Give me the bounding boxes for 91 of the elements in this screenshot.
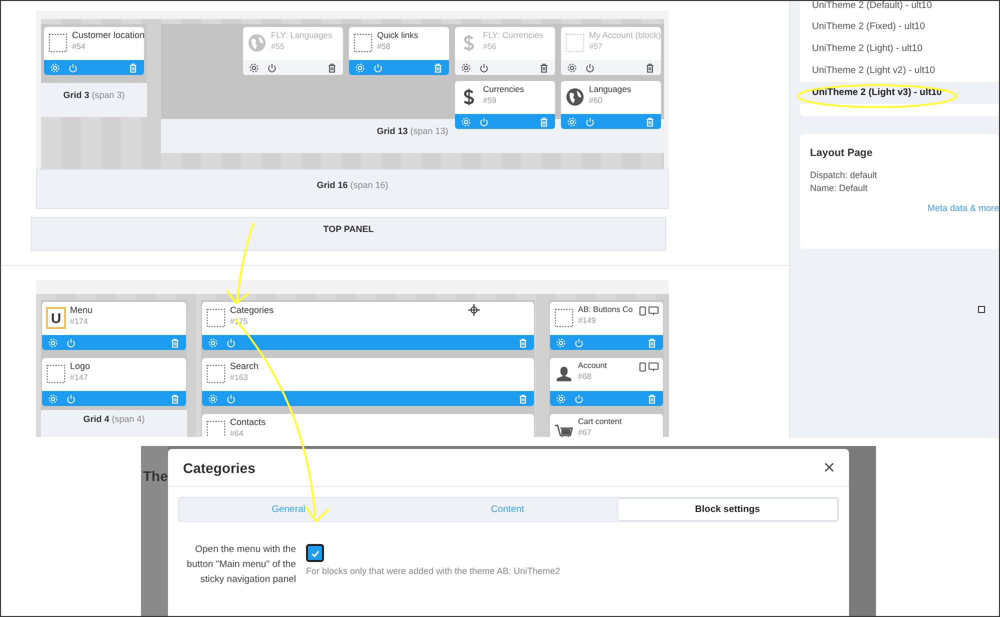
block-title: Logo [70,361,90,371]
power-icon[interactable] [574,338,584,348]
power-icon[interactable] [479,116,489,126]
setting-label: Open the menu with the button "Main menu" of the sticky navigation panel [186,543,296,587]
power-icon[interactable] [267,62,277,72]
block-id: #59 [483,96,498,105]
devices-icon[interactable] [639,362,659,372]
block-card[interactable]: Cart content #67 [550,414,663,437]
settings-icon[interactable] [249,62,259,72]
hint-text: For blocks only that were added with the theme AB: UniTheme2 [306,566,560,576]
placeholder-icon [48,33,68,53]
power-icon[interactable] [585,116,595,126]
power-icon[interactable] [66,338,76,348]
grid-label: Grid 16 (span 16) [316,180,388,192]
block-id: #57 [589,42,604,51]
block-id: #58 [377,42,392,51]
power-icon[interactable] [66,394,76,404]
power-icon[interactable] [226,338,236,348]
close-button[interactable]: × [823,458,835,478]
block-title: Cart content [578,417,622,426]
power-icon[interactable] [226,394,236,404]
power-icon[interactable] [373,62,383,72]
block-id: #163 [230,373,249,382]
page-heading: The [143,468,168,484]
grid-label: Grid 4 (span 4) [83,414,145,426]
trash-icon[interactable] [539,62,549,72]
block-id: #64 [230,429,244,437]
placeholder-icon [554,308,574,328]
grid-label: Grid 13 (span 13) [376,126,448,138]
globe-icon [247,33,267,53]
grid-label: Grid 3 (span 3) [63,90,125,102]
block-title: Languages [589,84,632,94]
block-card[interactable]: Logo #147 [42,358,186,406]
crosshair-icon [468,304,480,316]
power-icon[interactable] [479,62,489,72]
checkbox[interactable] [306,544,324,562]
block-card[interactable]: Languages #60 [561,81,661,129]
block-title: Search [230,361,259,371]
block-id: #60 [589,96,604,105]
theme-item[interactable]: UniTheme 2 (Default) - ult10 [800,1,999,16]
info-line: Name: Default [810,182,869,195]
block-title: Account [578,361,607,370]
placeholder-icon [565,33,585,53]
block-id: #67 [578,428,592,437]
block-card[interactable]: Currencies #59 [455,81,555,129]
placeholder-icon [206,364,226,384]
dialog-title: Categories [183,460,256,476]
trash-icon[interactable] [327,62,337,72]
block-card[interactable]: Account #68 [550,358,663,406]
block-id: #174 [70,317,89,326]
logo-icon: U [46,307,66,329]
placeholder-icon [206,420,226,437]
placeholder-icon [46,364,66,384]
tab[interactable]: Block settings [617,498,838,521]
power-icon[interactable] [68,62,78,72]
block-id: #68 [578,372,592,381]
block-id: #56 [483,42,498,51]
theme-item[interactable]: UniTheme 2 (Light) - ult10 [800,38,999,60]
block-card[interactable]: Search #163 [202,358,534,406]
block-card[interactable]: AB: Buttons Co #149 [550,302,663,350]
trash-icon[interactable] [645,62,655,72]
block-id: #54 [72,42,86,51]
resize-handle[interactable] [978,306,985,313]
block-title: FLY: Currencies [483,30,544,40]
block-title: Contacts [230,417,266,427]
block-title: Menu [70,305,93,315]
devices-icon[interactable] [639,306,659,316]
block-title: Categories [230,305,274,315]
placeholder-icon [206,308,226,328]
block-id: #55 [271,42,286,51]
theme-item[interactable]: UniTheme 2 (Fixed) - ult10 [800,16,999,38]
block-card[interactable]: Contacts #64 [202,414,534,437]
block-title: FLY: Languages [271,30,332,40]
info-line: Dispatch: default [810,169,878,182]
theme-item[interactable]: UniTheme 2 (Light v2) - ult10 [800,60,999,82]
block-card[interactable]: Customer location #54 [44,27,144,75]
panel-label: TOP PANEL [31,217,666,251]
card-title: Layout Page [810,147,874,159]
block-title: Currencies [483,84,524,94]
power-icon[interactable] [574,394,584,404]
settings-icon[interactable] [567,62,577,72]
block-card[interactable]: Quick links #58 [349,27,449,75]
power-icon[interactable] [585,62,595,72]
block-title: Quick links [377,30,418,40]
block-title: AB: Buttons Co [578,305,633,314]
settings-icon[interactable] [461,62,471,72]
placeholder-icon [353,33,373,53]
globe-icon [565,87,585,107]
person-icon [554,364,574,384]
block-id: #147 [70,373,89,382]
block-id: #149 [578,316,597,325]
